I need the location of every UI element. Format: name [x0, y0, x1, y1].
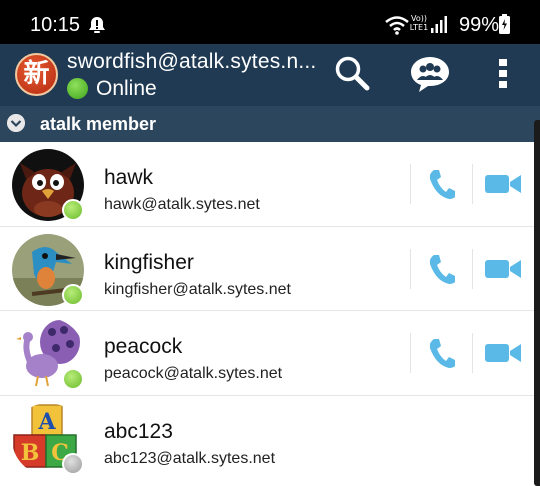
divider [472, 333, 473, 373]
contact-jid: kingfisher@atalk.sytes.net [104, 280, 291, 298]
presence-offline-icon [62, 452, 84, 475]
divider [472, 248, 473, 289]
presence-online-icon [62, 368, 84, 390]
phone-icon[interactable] [428, 337, 456, 369]
group-header[interactable]: atalk member [0, 106, 540, 142]
contact-row[interactable]: peacock peacock@atalk.sytes.net [0, 311, 534, 396]
contact-name: peacock [104, 335, 183, 358]
divider [410, 164, 411, 204]
video-call-icon[interactable] [485, 259, 521, 279]
contact-row[interactable]: A B C abc123 abc123@atalk.sytes.net [0, 396, 534, 481]
account-name[interactable]: swordfish@atalk.sytes.n... [67, 50, 316, 74]
wifi-icon [385, 16, 409, 35]
video-call-icon[interactable] [485, 174, 521, 194]
contact-name: kingfisher [104, 250, 194, 274]
volte-badge: Vo)) LTE1 [409, 14, 429, 32]
contact-row[interactable]: hawk hawk@atalk.sytes.net [0, 142, 534, 227]
divider [472, 164, 473, 204]
app-logo[interactable]: 新 [15, 53, 58, 96]
search-icon[interactable] [333, 54, 371, 92]
svg-text:B: B [21, 440, 40, 466]
app-bar: 新 swordfish@atalk.sytes.n... Online [0, 44, 540, 106]
phone-icon[interactable] [428, 253, 456, 285]
video-call-icon[interactable] [485, 343, 521, 363]
divider [410, 333, 411, 373]
signal-icon [431, 16, 447, 33]
svg-text:A: A [37, 409, 56, 435]
alert-icon [89, 17, 105, 33]
chevron-down-icon[interactable] [7, 114, 25, 132]
presence-status-label: Online [96, 77, 157, 100]
contact-list: hawk hawk@atalk.sytes.net kingfisher kin… [0, 142, 534, 486]
contact-jid: abc123@atalk.sytes.net [104, 449, 276, 467]
contact-name: abc123 [104, 419, 173, 443]
contact-jid: peacock@atalk.sytes.net [104, 365, 283, 382]
status-time: 10:15 [30, 14, 81, 36]
battery-percent: 99% [459, 14, 500, 36]
group-chat-icon[interactable] [409, 54, 451, 94]
divider [410, 248, 411, 289]
online-status-icon [67, 78, 88, 99]
phone-icon[interactable] [428, 168, 456, 200]
presence-online-icon [62, 283, 84, 306]
group-title: atalk member [40, 114, 157, 134]
scrollbar[interactable] [534, 120, 540, 486]
contact-jid: hawk@atalk.sytes.net [104, 196, 260, 213]
overflow-menu-icon[interactable] [490, 56, 516, 92]
battery-icon [499, 14, 510, 34]
contact-name: hawk [104, 166, 154, 189]
presence-online-icon [62, 199, 84, 221]
contact-row[interactable]: kingfisher kingfisher@atalk.sytes.net [0, 227, 534, 311]
status-bar: 10:15 Vo)) LTE1 99% [0, 0, 540, 44]
